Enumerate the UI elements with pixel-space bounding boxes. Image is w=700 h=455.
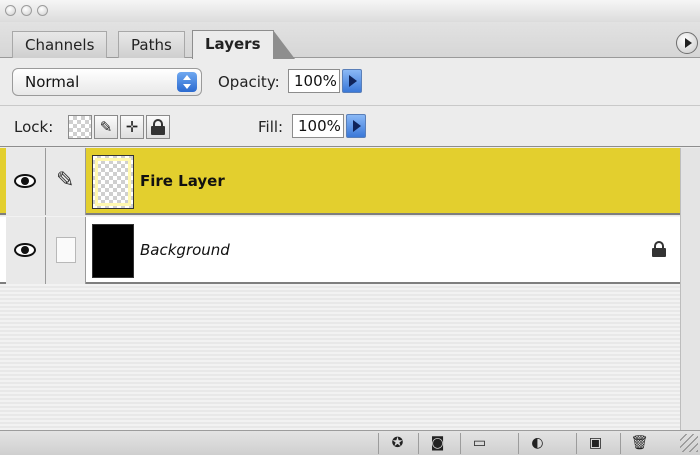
layer-row-fire-layer[interactable]: ✎ Fire Layer — [0, 148, 680, 215]
paintbrush-icon: ✎ — [56, 168, 75, 193]
empty-link-box — [56, 237, 76, 263]
layer-thumbnail — [92, 224, 134, 278]
layer-name[interactable]: Background — [140, 241, 230, 259]
add-layer-style-icon[interactable]: ✪ — [378, 433, 416, 454]
layers-palette-window: Channels Paths Layers Normal Opacity: 10… — [0, 0, 700, 455]
fill-input[interactable]: 100% — [292, 114, 344, 138]
opacity-label: Opacity: — [218, 73, 280, 91]
palette-titlebar[interactable] — [0, 0, 700, 22]
palette-bottom-bar: ✪ ◙ ▭ ◐ ▣ 🗑 — [0, 430, 700, 455]
select-arrows-icon — [177, 72, 197, 92]
trash-icon[interactable]: 🗑 — [620, 433, 658, 454]
opacity-slider-arrow-icon[interactable] — [342, 69, 362, 93]
fill-label: Fill: — [258, 118, 284, 136]
lock-transparent-pixels-icon[interactable] — [68, 115, 92, 139]
adjustment-layer-icon[interactable]: ◐ — [518, 433, 556, 454]
palette-tabs: Channels Paths Layers — [0, 22, 700, 59]
layers-scrollbar[interactable] — [680, 148, 700, 430]
visibility-toggle[interactable] — [6, 217, 46, 284]
lock-position-icon[interactable]: ✛ — [120, 115, 144, 139]
zoom-button[interactable] — [37, 5, 48, 16]
opacity-input[interactable]: 100% — [288, 69, 340, 93]
new-layer-icon[interactable]: ▣ — [576, 433, 614, 454]
lock-label: Lock: — [14, 118, 54, 136]
lock-all-icon[interactable] — [146, 115, 170, 139]
tab-layers[interactable]: Layers — [192, 30, 294, 59]
lock-image-pixels-icon[interactable]: ✎ — [94, 115, 118, 139]
close-button[interactable] — [5, 5, 16, 16]
link-cell[interactable] — [46, 217, 86, 284]
eye-icon — [14, 174, 36, 188]
layers-list: ✎ Fire Layer Background — [0, 148, 680, 430]
blend-mode-value: Normal — [25, 73, 80, 91]
layer-lock-icon — [652, 241, 666, 257]
fill-slider-arrow-icon[interactable] — [346, 114, 366, 138]
minimize-button[interactable] — [21, 5, 32, 16]
blend-opacity-row: Normal Opacity: 100% — [0, 58, 700, 106]
eye-icon — [14, 243, 36, 257]
padlock-icon — [151, 119, 165, 135]
new-group-icon[interactable]: ▭ — [460, 433, 498, 454]
layer-thumbnail — [92, 155, 134, 209]
blend-mode-select[interactable]: Normal — [12, 68, 202, 96]
tab-paths[interactable]: Paths — [118, 31, 185, 58]
lock-fill-row: Lock: ✎ ✛ Fill: 100% — [0, 107, 700, 147]
layer-row-background[interactable]: Background — [0, 217, 680, 284]
add-mask-icon[interactable]: ◙ — [418, 433, 456, 454]
resize-grip-icon[interactable] — [680, 434, 698, 452]
layer-name[interactable]: Fire Layer — [140, 172, 225, 190]
visibility-toggle[interactable] — [6, 148, 46, 215]
palette-menu-button[interactable] — [676, 32, 698, 54]
link-cell[interactable]: ✎ — [46, 148, 86, 215]
tab-channels[interactable]: Channels — [12, 31, 108, 58]
